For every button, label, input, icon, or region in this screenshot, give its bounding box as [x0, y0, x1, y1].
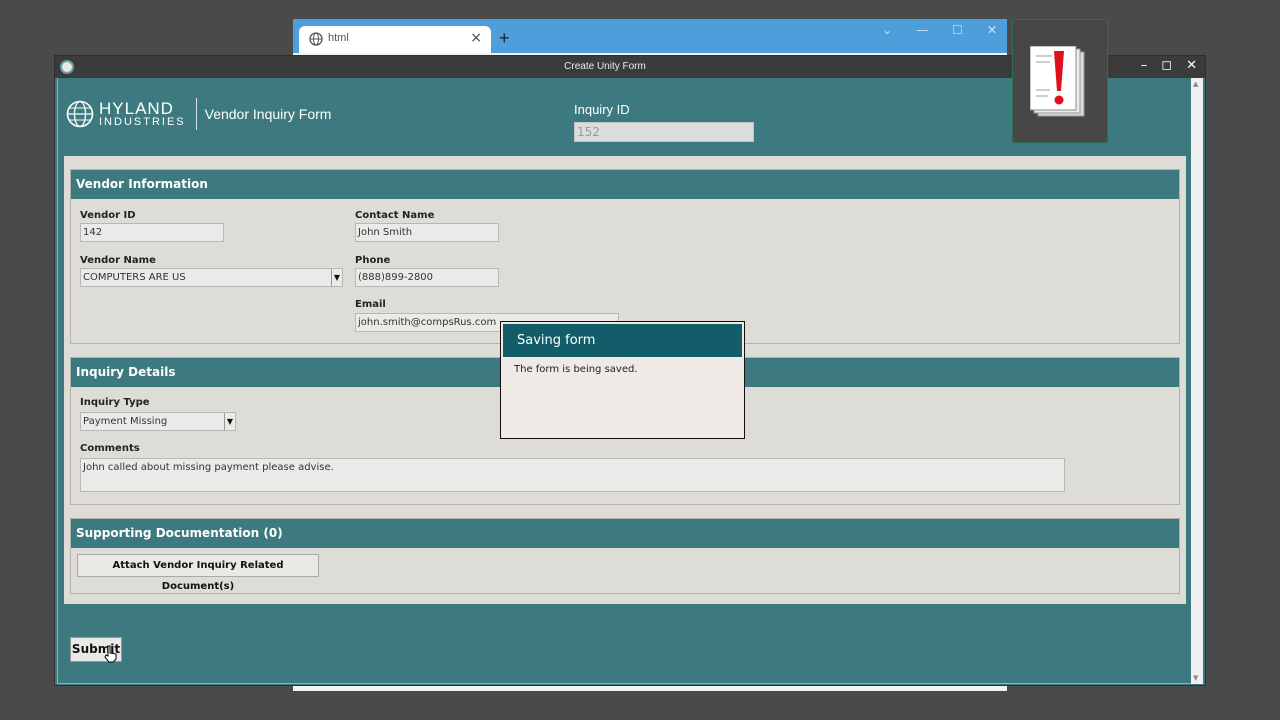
- form-title: Vendor Inquiry Form: [204, 106, 332, 122]
- logo-divider: [195, 98, 197, 130]
- vertical-scrollbar[interactable]: ▲ ▼: [1191, 78, 1203, 684]
- dialog-title: Saving form: [503, 324, 742, 357]
- maximize-icon[interactable]: ◻: [1161, 58, 1172, 73]
- browser-tab-list-icon[interactable]: ⌄: [882, 23, 892, 37]
- logo-subtitle: INDUSTRIES: [99, 116, 186, 128]
- globe-icon: [309, 32, 323, 46]
- window-controls: – ◻ ✕: [1141, 58, 1197, 73]
- vendor-id-label: Vendor ID: [80, 210, 136, 221]
- alert-document-icon: [1030, 46, 1085, 117]
- dialog-message: The form is being saved.: [514, 364, 638, 375]
- close-icon[interactable]: ✕: [1186, 58, 1197, 73]
- supporting-documentation-section: Supporting Documentation (0) Attach Vend…: [70, 518, 1180, 594]
- inquiry-type-label: Inquiry Type: [80, 397, 150, 408]
- email-label: Email: [355, 299, 386, 310]
- browser-maximize-icon[interactable]: ☐: [952, 23, 963, 37]
- inquiry-type-select[interactable]: Payment Missing ▼: [80, 412, 236, 431]
- browser-tab-title: html: [328, 32, 349, 44]
- notification-widget[interactable]: [1012, 19, 1108, 143]
- inquiry-type-value: Payment Missing: [83, 416, 168, 427]
- vendor-information-heading: Vendor Information: [71, 170, 1179, 199]
- hyland-logo: HYLAND INDUSTRIES Vendor Inquiry Form: [66, 98, 331, 130]
- browser-tab[interactable]: html ×: [299, 26, 491, 53]
- vendor-name-value: COMPUTERS ARE US: [83, 272, 186, 283]
- window-title: Create Unity Form: [564, 61, 646, 72]
- vendor-name-select[interactable]: COMPUTERS ARE US ▼: [80, 268, 343, 287]
- inquiry-id-label: Inquiry ID: [574, 102, 630, 117]
- logo-text: HYLAND INDUSTRIES: [99, 100, 186, 128]
- chevron-down-icon[interactable]: ▼: [331, 269, 342, 286]
- browser-minimize-icon[interactable]: —: [916, 23, 928, 37]
- scroll-down-icon[interactable]: ▼: [1193, 674, 1198, 682]
- contact-name-field[interactable]: John Smith: [355, 223, 499, 242]
- globe-logo-icon: [66, 100, 94, 128]
- comments-label: Comments: [80, 443, 140, 454]
- vendor-information-section: Vendor Information Vendor ID 142 Vendor …: [70, 169, 1180, 344]
- new-tab-button[interactable]: +: [499, 28, 510, 49]
- browser-tab-bar: html × + ⌄ — ☐ ✕: [293, 19, 1007, 53]
- minimize-icon[interactable]: –: [1141, 58, 1148, 73]
- pointer-cursor-icon: [104, 645, 117, 663]
- close-tab-icon[interactable]: ×: [470, 30, 482, 46]
- supporting-documentation-heading: Supporting Documentation (0): [71, 519, 1179, 548]
- browser-window-controls: ⌄ — ☐ ✕: [882, 23, 997, 37]
- comments-textarea[interactable]: John called about missing payment please…: [80, 458, 1065, 492]
- attach-documents-button[interactable]: Attach Vendor Inquiry Related Document(s…: [77, 554, 319, 592]
- inquiry-id-field: 152: [574, 122, 754, 142]
- browser-close-icon[interactable]: ✕: [987, 23, 997, 37]
- vendor-id-field[interactable]: 142: [80, 223, 224, 242]
- logo-name: HYLAND: [99, 99, 174, 118]
- saving-form-dialog: Saving form The form is being saved.: [500, 321, 745, 439]
- scroll-up-icon[interactable]: ▲: [1193, 80, 1198, 88]
- vendor-name-label: Vendor Name: [80, 255, 156, 266]
- contact-name-label: Contact Name: [355, 210, 435, 221]
- chevron-down-icon[interactable]: ▼: [224, 413, 235, 430]
- phone-label: Phone: [355, 255, 391, 266]
- phone-field[interactable]: (888)899-2800: [355, 268, 499, 287]
